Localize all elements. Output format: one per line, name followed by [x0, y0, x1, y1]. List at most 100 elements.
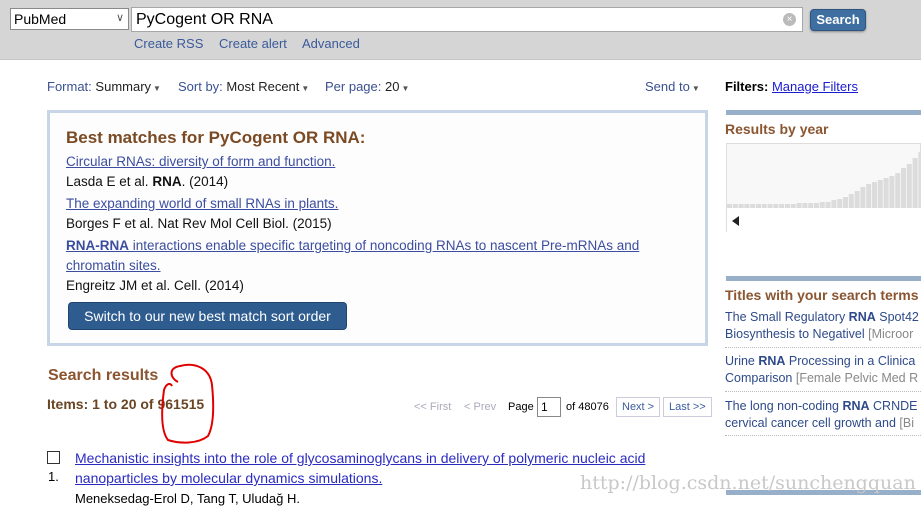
- year-bar: [732, 204, 738, 208]
- year-bar: [912, 158, 918, 208]
- year-bar: [790, 204, 796, 208]
- year-bars: [727, 152, 921, 233]
- best-match-citation: Engreitz JM et al. Cell. (2014): [66, 278, 244, 293]
- best-match-link[interactable]: The expanding world of small RNAs in pla…: [66, 196, 338, 211]
- manage-filters-link[interactable]: Manage Filters: [772, 79, 858, 94]
- format-menu[interactable]: Format: Summary ▼: [47, 79, 161, 94]
- create-alert-link[interactable]: Create alert: [219, 36, 287, 51]
- year-bar: [761, 204, 767, 208]
- caret-down-icon: ▼: [301, 84, 310, 93]
- caret-down-icon: ▼: [153, 84, 161, 93]
- year: . (2014): [181, 174, 229, 189]
- chart-footer: [727, 208, 921, 233]
- divider: [726, 110, 921, 115]
- divider: [725, 391, 921, 392]
- page-input[interactable]: 1: [537, 397, 561, 417]
- result-title-link[interactable]: Mechanistic insights into the role of gl…: [75, 450, 645, 466]
- year-bar: [901, 168, 906, 208]
- year-bar: [802, 203, 808, 208]
- next-page-button[interactable]: Next >: [616, 397, 661, 417]
- send-to-menu[interactable]: Send to ▼: [645, 79, 700, 94]
- caret-down-icon: ▼: [691, 84, 700, 93]
- year-bar: [854, 191, 860, 208]
- last-page-button[interactable]: Last >>: [663, 397, 712, 417]
- year-bar: [814, 203, 819, 208]
- year-bar: [785, 204, 790, 208]
- result-number: 1.: [48, 469, 59, 484]
- advanced-link[interactable]: Advanced: [302, 36, 360, 51]
- title-item[interactable]: Urine RNA Processing in a Clinica Compari…: [725, 353, 918, 387]
- divider: [725, 347, 921, 348]
- best-match-link[interactable]: RNA-RNA interactions enable specific tar…: [66, 238, 639, 253]
- title-text: interactions enable specific targeting o…: [129, 238, 640, 253]
- results-by-year-chart[interactable]: [726, 143, 921, 233]
- per-page-label: Per page:: [325, 79, 382, 94]
- sort-menu[interactable]: Sort by: Most Recent ▼: [178, 79, 309, 94]
- switch-sort-order-button[interactable]: Switch to our new best match sort order: [68, 302, 347, 330]
- send-to-label: Send to: [645, 79, 690, 94]
- year-bar: [738, 204, 744, 208]
- watermark: http://blog.csdn.net/sunchengquan: [580, 472, 916, 494]
- search-results-heading: Search results: [48, 367, 159, 384]
- title-item[interactable]: The Small Regulatory RNA Spot42 Biosynthe…: [725, 309, 919, 343]
- sort-label: Sort by:: [178, 79, 223, 94]
- year-bar: [872, 182, 877, 208]
- items-label: Items: 1 to 20 of: [47, 396, 158, 412]
- page-label: Page: [508, 401, 534, 413]
- result-title-link-cont[interactable]: nanoparticles by molecular dynamics simu…: [75, 470, 382, 486]
- year-bar: [756, 204, 761, 208]
- year-bar: [895, 173, 901, 208]
- year-bar: [796, 203, 802, 208]
- best-match-link[interactable]: Circular RNAs: diversity of form and fun…: [66, 154, 335, 169]
- year-bar: [808, 203, 814, 208]
- create-rss-link[interactable]: Create RSS: [134, 36, 203, 51]
- year-bar: [889, 176, 895, 208]
- year-bar: [727, 204, 732, 208]
- sort-value: Most Recent: [226, 79, 300, 94]
- year-bar: [819, 202, 825, 208]
- red-circle-annotation: [161, 363, 215, 444]
- first-page-link[interactable]: << First: [414, 401, 451, 413]
- best-match-citation: Borges F et al. Nat Rev Mol Cell Biol. (…: [66, 216, 332, 231]
- format-label: Format:: [47, 79, 92, 94]
- clear-icon[interactable]: ×: [783, 13, 796, 26]
- authors: Lasda E et al.: [66, 174, 149, 189]
- results-by-year-heading: Results by year: [725, 121, 829, 137]
- divider: [725, 435, 921, 436]
- year-bar: [906, 164, 912, 208]
- filters: Filters: Manage Filters: [725, 79, 858, 94]
- year-bar: [750, 204, 756, 208]
- best-match-citation: Lasda E et al. RNA. (2014): [66, 174, 228, 189]
- journal: RNA: [152, 174, 182, 189]
- result-checkbox[interactable]: [47, 451, 60, 464]
- chevron-down-icon: ∨: [115, 12, 124, 24]
- caret-down-icon: ▼: [401, 84, 410, 93]
- best-matches-title: Best matches for PyCogent OR RNA:: [66, 128, 366, 147]
- filters-label: Filters:: [725, 79, 769, 94]
- title-item[interactable]: The long non-coding RNA CRNDE cervical ca…: [725, 398, 917, 432]
- search-button[interactable]: Search: [810, 9, 866, 31]
- prev-page-link[interactable]: < Prev: [464, 401, 496, 413]
- divider: [726, 276, 921, 281]
- best-match-link-cont[interactable]: chromatin sites.: [66, 258, 161, 273]
- page-count: of 48076: [566, 401, 609, 413]
- year-bar: [877, 180, 883, 208]
- year-bar: [860, 187, 866, 208]
- title-bold: RNA-RNA: [66, 238, 129, 253]
- titles-heading: Titles with your search terms: [725, 287, 919, 303]
- year-bar: [843, 197, 848, 208]
- per-page-menu[interactable]: Per page: 20 ▼: [325, 79, 409, 94]
- year-bar: [848, 194, 854, 208]
- year-bar: [825, 202, 831, 208]
- year-bar: [837, 199, 843, 208]
- database-select[interactable]: PubMed ∨: [10, 8, 129, 30]
- database-value: PubMed: [14, 11, 67, 27]
- year-bar: [831, 200, 837, 208]
- query-text: PyCogent OR RNA: [136, 11, 273, 28]
- search-input[interactable]: PyCogent OR RNA ×: [131, 7, 803, 32]
- format-value: Summary: [95, 79, 152, 94]
- year-bar: [744, 204, 750, 208]
- year-bar: [779, 204, 785, 208]
- result-authors: Meneksedag-Erol D, Tang T, Uludağ H.: [75, 491, 300, 506]
- year-bar: [773, 204, 779, 208]
